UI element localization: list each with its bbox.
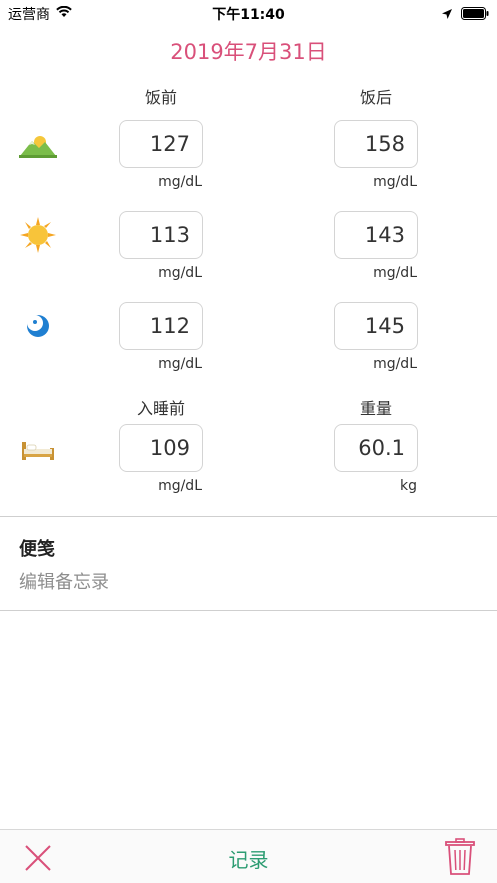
sun-icon	[18, 215, 58, 255]
noon-after-meal-input[interactable]: 143	[334, 211, 418, 259]
status-right	[441, 5, 489, 24]
night-before-unit: mg/dL	[158, 356, 202, 372]
trash-icon	[445, 838, 475, 875]
record-button[interactable]: 记录	[209, 844, 289, 873]
noon-before-meal-input[interactable]: 113	[119, 211, 203, 259]
moon-icon	[18, 306, 58, 346]
bed-icon	[18, 429, 58, 469]
header-before-meal: 饭前	[144, 88, 177, 107]
morning-after-meal-input[interactable]: 158	[334, 120, 418, 168]
divider-bottom	[0, 610, 497, 611]
night-after-unit: mg/dL	[373, 356, 417, 372]
night-after-meal-input[interactable]: 145	[334, 302, 418, 350]
note-title: 便笺	[19, 539, 55, 560]
note-input[interactable]: 编辑备忘录	[19, 568, 109, 594]
bottom-toolbar: 记录	[0, 829, 497, 883]
date-title[interactable]: 2019年7月31日	[0, 36, 497, 66]
battery-icon	[461, 5, 489, 24]
noon-after-unit: mg/dL	[373, 265, 417, 281]
mountain-morning-icon	[18, 125, 58, 165]
close-icon	[25, 845, 51, 871]
night-before-meal-input[interactable]: 112	[119, 302, 203, 350]
header-after-meal: 饭后	[359, 88, 392, 107]
morning-before-unit: mg/dL	[158, 174, 202, 190]
divider-top	[0, 516, 497, 517]
morning-before-meal-input[interactable]: 127	[119, 120, 203, 168]
delete-button[interactable]	[445, 838, 475, 876]
before-sleep-input[interactable]: 109	[119, 424, 203, 472]
weight-input[interactable]: 60.1	[334, 424, 418, 472]
close-button[interactable]	[22, 842, 54, 874]
before-sleep-unit: mg/dL	[158, 478, 202, 494]
header-weight: 重量	[359, 399, 392, 418]
header-before-sleep: 入睡前	[136, 399, 185, 418]
status-time: 下午11:40	[212, 7, 285, 23]
morning-after-unit: mg/dL	[373, 174, 417, 190]
weight-unit: kg	[400, 478, 417, 494]
noon-before-unit: mg/dL	[158, 265, 202, 281]
location-arrow-icon	[441, 5, 453, 24]
status-bar: 运营商 下午11:40	[0, 0, 497, 26]
